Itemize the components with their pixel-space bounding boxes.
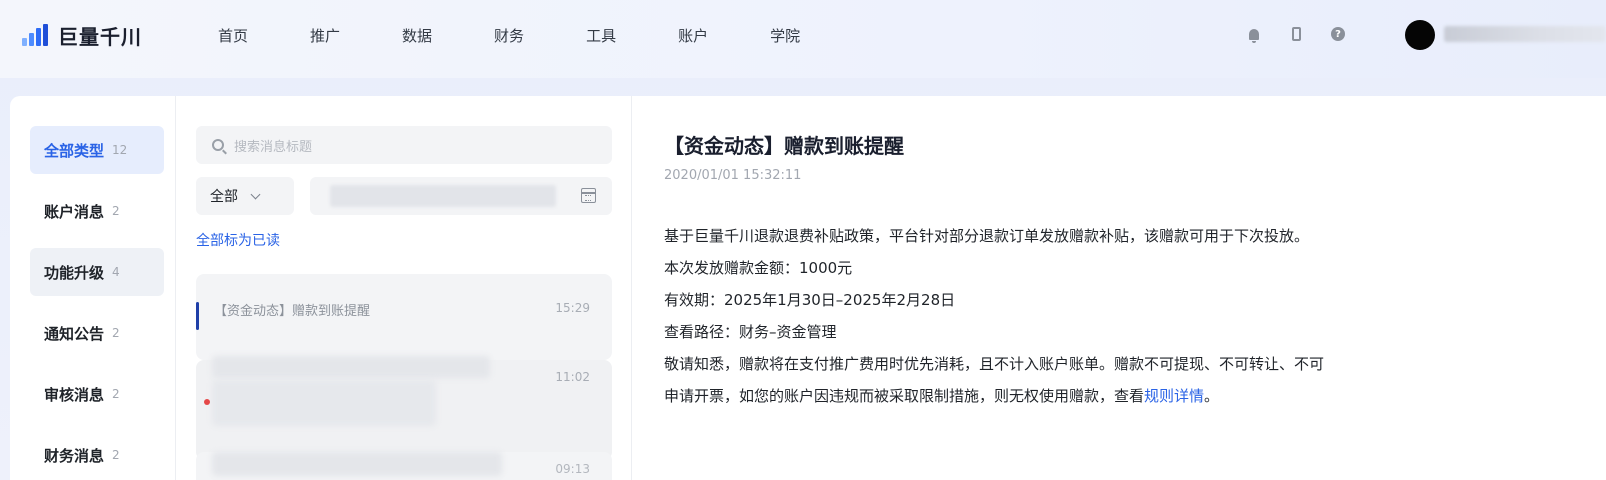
detail-line-text: 申请开票，如您的账户因违规而被采取限制措施，则无权使用赠款，查看 [664, 387, 1145, 405]
category-label: 全部类型 [44, 141, 105, 160]
category-label: 通知公告 [44, 324, 105, 343]
category-count: 4 [112, 265, 120, 279]
message-preview-redacted [212, 380, 436, 426]
category-label: 账户消息 [44, 202, 105, 221]
category-count: 2 [112, 204, 120, 218]
mark-all-read-link[interactable]: 全部标为已读 [196, 230, 280, 250]
detail-line: 敬请知悉，赠款将在支付推广费用时优先消耗，且不计入账户账单。赠款不可提现、不可转… [664, 355, 1325, 373]
username-redacted[interactable] [1444, 26, 1606, 42]
message-title-redacted [212, 452, 502, 476]
main-nav: 首页 推广 数据 财务 工具 账户 学院 [218, 25, 862, 46]
unread-dot [204, 399, 210, 405]
detail-timestamp: 2020/01/01 15:32:11 [664, 168, 802, 183]
detail-line-last: 申请开票，如您的账户因违规而被采取限制措施，则无权使用赠款，查看规则详情。 [664, 380, 1564, 412]
detail-title: 【资金动态】赠款到账提醒 [664, 134, 904, 158]
nav-item-academy[interactable]: 学院 [770, 25, 800, 46]
category-label: 功能升级 [44, 263, 105, 282]
category-announcement[interactable]: 通知公告 2 [30, 309, 164, 357]
rule-details-link[interactable]: 规则详情 [1144, 387, 1204, 405]
nav-item-promotion[interactable]: 推广 [310, 25, 340, 46]
nav-item-finance[interactable]: 财务 [494, 25, 524, 46]
help-icon[interactable]: ? [1330, 26, 1346, 42]
filter-value: 全部 [210, 189, 238, 205]
message-time: 15:29 [555, 301, 590, 315]
category-sidebar: 全部类型 12 账户消息 2 功能升级 4 通知公告 2 审核消息 2 财务消息… [10, 96, 175, 480]
top-navigation-bar: 巨量千川 首页 推广 数据 财务 工具 账户 学院 ? [0, 0, 1606, 78]
type-filter-select[interactable]: 全部 [196, 177, 294, 215]
category-feature-upgrade[interactable]: 功能升级 4 [30, 248, 164, 296]
detail-line: 查看路径：财务–资金管理 [664, 323, 837, 341]
message-title: 【资金动态】赠款到账提醒 [214, 304, 371, 319]
phone-icon[interactable] [1288, 26, 1304, 42]
date-range-picker[interactable] [310, 177, 612, 215]
message-list-panel: 搜索消息标题 全部 全部标为已读 【资金动态】赠款到账提醒 15:29 11:0… [175, 96, 631, 480]
selected-indicator [196, 302, 199, 330]
search-placeholder: 搜索消息标题 [234, 139, 313, 155]
detail-line: 有效期：2025年1月30日–2025年2月28日 [664, 291, 956, 309]
nav-item-account[interactable]: 账户 [678, 25, 708, 46]
search-input[interactable]: 搜索消息标题 [196, 126, 612, 164]
calendar-icon[interactable] [581, 188, 596, 203]
avatar[interactable] [1405, 20, 1435, 50]
detail-body: 基于巨量千川退款退费补贴政策，平台针对部分退款订单发放赠款补贴，该赠款可用于下次… [664, 220, 1564, 412]
bell-icon[interactable] [1246, 26, 1262, 43]
nav-item-home[interactable]: 首页 [218, 25, 248, 46]
category-count: 2 [112, 448, 120, 462]
category-count: 2 [112, 387, 120, 401]
message-list-item[interactable]: 09:13 [196, 452, 612, 480]
nav-item-data[interactable]: 数据 [402, 25, 432, 46]
message-title-redacted [212, 356, 490, 378]
chevron-down-icon [250, 189, 261, 199]
category-account[interactable]: 账户消息 2 [30, 187, 164, 235]
category-review[interactable]: 审核消息 2 [30, 370, 164, 418]
app-logo[interactable]: 巨量千川 [22, 22, 142, 49]
search-icon [212, 139, 224, 151]
message-list-item[interactable]: 11:02 [196, 356, 612, 460]
detail-line: 本次发放赠款金额：1000元 [664, 259, 853, 277]
message-detail-panel: 【资金动态】赠款到账提醒 2020/01/01 15:32:11 基于巨量千川退… [631, 96, 1606, 480]
message-list-item[interactable]: 【资金动态】赠款到账提醒 15:29 [196, 274, 612, 360]
category-count: 2 [112, 326, 120, 340]
detail-line-end: 。 [1204, 387, 1220, 405]
nav-item-tools[interactable]: 工具 [586, 25, 616, 46]
category-label: 财务消息 [44, 446, 105, 465]
category-count: 12 [112, 143, 128, 157]
detail-line: 基于巨量千川退款退费补贴政策，平台针对部分退款订单发放赠款补贴，该赠款可用于下次… [664, 227, 1310, 245]
message-time: 11:02 [555, 370, 590, 384]
category-label: 审核消息 [44, 385, 105, 404]
app-name: 巨量千川 [58, 24, 142, 49]
category-all[interactable]: 全部类型 12 [30, 126, 164, 174]
category-finance[interactable]: 财务消息 2 [30, 431, 164, 479]
logo-icon [22, 24, 50, 46]
date-range-redacted [330, 185, 556, 207]
header-actions: ? [1246, 26, 1372, 43]
message-time: 09:13 [555, 462, 590, 476]
